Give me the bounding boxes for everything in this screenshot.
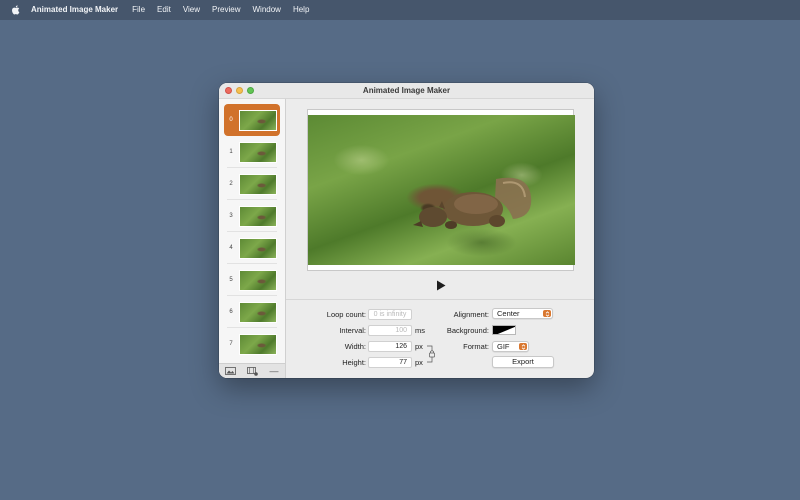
width-label: Width:	[344, 342, 366, 351]
frame-thumbnail	[239, 301, 277, 323]
frame-number: 6	[229, 309, 233, 315]
menu-file[interactable]: File	[126, 0, 151, 20]
frame-number: 7	[229, 341, 233, 347]
menu-bar: Animated Image Maker File Edit View Prev…	[0, 0, 800, 20]
alignment-popup[interactable]: Center	[492, 308, 553, 319]
main-window: Animated Image Maker 0 1 2 3 4 5 6 7 — L…	[219, 83, 594, 378]
frame-thumbnail	[239, 237, 277, 259]
frame-number: 5	[229, 277, 233, 283]
alignment-value: Center	[497, 309, 520, 318]
window-title: Animated Image Maker	[362, 86, 451, 95]
width-unit: px	[415, 342, 423, 351]
play-button[interactable]	[435, 279, 447, 291]
background-label: Background:	[446, 326, 489, 335]
menu-view[interactable]: View	[177, 0, 206, 20]
menu-help[interactable]: Help	[287, 0, 315, 20]
add-video-frames-icon[interactable]	[246, 366, 258, 376]
close-button[interactable]	[225, 87, 232, 94]
frame-item-1[interactable]: 1	[224, 136, 280, 168]
loop-count-placeholder: 0 is infinity	[373, 311, 407, 318]
minimize-button[interactable]	[236, 87, 243, 94]
interval-unit: ms	[415, 326, 425, 335]
height-label: Height:	[342, 358, 366, 367]
frame-item-2[interactable]: 2	[224, 168, 280, 200]
frame-thumbnail	[239, 205, 277, 227]
menu-window[interactable]: Window	[246, 0, 286, 20]
format-label: Format:	[463, 342, 489, 351]
frame-thumbnail	[239, 269, 277, 291]
format-popup[interactable]: GIF	[492, 341, 529, 352]
interval-label: Interval:	[339, 326, 366, 335]
frame-item-7[interactable]: 7	[224, 328, 280, 360]
frame-number: 1	[229, 149, 233, 155]
frame-number: 3	[229, 213, 233, 219]
alignment-label: Alignment:	[453, 310, 489, 319]
background-color-well[interactable]	[492, 325, 516, 335]
frame-list[interactable]: 0 1 2 3 4 5 6 7	[219, 99, 285, 363]
chevron-updown-icon	[543, 310, 551, 317]
preview-photo-subject	[413, 177, 532, 229]
window-controls	[225, 87, 254, 94]
frame-sidebar: 0 1 2 3 4 5 6 7 —	[219, 99, 286, 378]
minus-icon[interactable]: —	[268, 366, 280, 376]
controls-separator	[286, 299, 594, 300]
frame-item-5[interactable]: 5	[224, 264, 280, 296]
frame-number: 2	[229, 181, 233, 187]
menu-preview[interactable]: Preview	[206, 0, 246, 20]
color-swatch	[493, 326, 515, 334]
frame-item-4[interactable]: 4	[224, 232, 280, 264]
frame-number: 0	[229, 117, 233, 123]
frame-thumbnail	[239, 173, 277, 195]
add-image-icon[interactable]	[224, 366, 236, 376]
format-value: GIF	[497, 342, 510, 351]
frame-item-3[interactable]: 3	[224, 200, 280, 232]
frame-thumbnail	[239, 333, 277, 355]
preview-canvas	[307, 109, 575, 271]
loop-count-field[interactable]: 0 is infinity	[368, 309, 412, 320]
chevron-updown-icon	[519, 343, 527, 350]
height-unit: px	[415, 358, 423, 367]
aspect-lock-icon[interactable]	[426, 345, 436, 363]
width-field[interactable]: 126	[368, 341, 412, 352]
apple-logo-icon[interactable]	[11, 5, 21, 15]
height-field[interactable]: 77	[368, 357, 412, 368]
interval-placeholder: 100	[395, 327, 407, 334]
frame-thumbnail	[239, 141, 277, 163]
frame-thumbnail	[239, 109, 277, 131]
frame-item-0[interactable]: 0	[224, 104, 280, 136]
preview-image	[308, 115, 575, 265]
interval-field[interactable]: 100	[368, 325, 412, 336]
sidebar-toolbar: —	[219, 363, 285, 378]
play-icon	[437, 280, 446, 290]
frame-item-6[interactable]: 6	[224, 296, 280, 328]
menu-app-name[interactable]: Animated Image Maker	[31, 0, 124, 20]
zoom-button[interactable]	[247, 87, 254, 94]
frame-number: 4	[229, 245, 233, 251]
menu-edit[interactable]: Edit	[151, 0, 177, 20]
window-titlebar[interactable]: Animated Image Maker	[219, 83, 594, 99]
loop-count-label: Loop count:	[326, 310, 366, 319]
export-button[interactable]: Export	[492, 356, 554, 368]
